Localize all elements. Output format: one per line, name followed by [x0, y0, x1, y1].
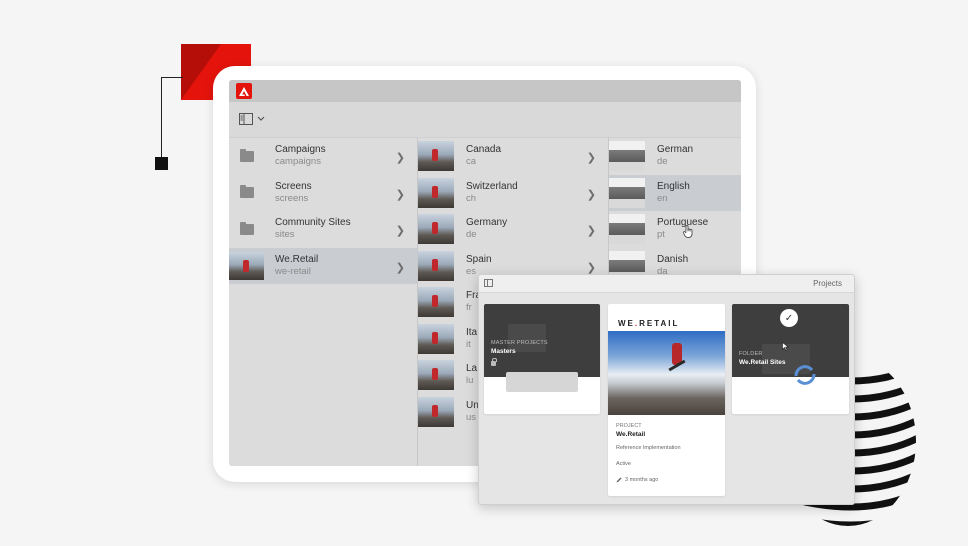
chevron-down-icon [257, 116, 265, 121]
hand-cursor-icon [683, 225, 693, 238]
page-thumbnail [229, 251, 264, 280]
chevron-right-icon: ❯ [586, 188, 596, 201]
we-retail-logo: WE.RETAIL [618, 319, 680, 328]
rail-toggle-icon[interactable] [484, 279, 493, 287]
connector-line-vertical [161, 77, 162, 161]
app-header [229, 80, 741, 102]
check-icon[interactable]: ✓ [780, 309, 798, 327]
pencil-icon [616, 477, 622, 483]
chevron-right-icon: ❯ [395, 225, 405, 237]
column-item-community-sites[interactable]: Community Sites sites ❯ [229, 211, 417, 248]
chevron-right-icon: ❯ [395, 152, 405, 164]
folder-icon [239, 221, 254, 235]
column-item-portuguese[interactable]: Portuguese pt [609, 211, 741, 248]
folder-icon [239, 185, 254, 199]
chevron-right-icon: ❯ [586, 261, 596, 274]
chevron-right-icon: ❯ [586, 152, 596, 164]
project-card-masters[interactable]: MASTER PROJECTS Masters [484, 304, 600, 414]
chevron-right-icon: ❯ [395, 261, 405, 274]
rail-toggle-icon [239, 113, 253, 125]
folder-icon [239, 148, 254, 162]
project-hero-image [608, 331, 725, 415]
projects-header: Projects [479, 275, 854, 293]
column-item-switzerland[interactable]: Switzerland ch ❯ [418, 175, 608, 212]
connector-square [155, 157, 168, 170]
rail-toggle-button[interactable] [239, 113, 265, 125]
page-thumbnail [609, 141, 645, 172]
project-card-we-retail-sites[interactable]: ✓ FOLDER We.Retail Sites [732, 304, 849, 414]
page-thumbnail [418, 360, 454, 391]
page-thumbnail [418, 396, 454, 427]
page-thumbnail [418, 250, 454, 281]
page-thumbnail [418, 177, 454, 208]
projects-window: Projects MASTER PROJECTS Masters WE.RETA… [478, 274, 855, 505]
lock-icon [491, 358, 497, 366]
chevron-right-icon: ❯ [395, 188, 405, 201]
column-item-german[interactable]: German de [609, 138, 741, 175]
column-item-germany[interactable]: Germany de ❯ [418, 211, 608, 248]
pointer-cursor-icon [782, 342, 789, 351]
page-thumbnail [418, 214, 454, 245]
project-card-we-retail[interactable]: WE.RETAIL PROJECT We.Retail Reference Im… [608, 304, 725, 496]
column-item-we-retail[interactable]: We.Retail we-retail ❯ [229, 247, 417, 284]
page-thumbnail [418, 287, 454, 318]
sync-icon [794, 365, 816, 385]
page-thumbnail [609, 177, 645, 208]
toolbar [229, 102, 741, 138]
column-item-screens[interactable]: Screens screens ❯ [229, 175, 417, 212]
chevron-right-icon: ❯ [586, 225, 596, 237]
column-sites: Campaigns campaigns ❯ Screens screens ❯ Co… [229, 138, 418, 466]
connector-line [161, 77, 183, 78]
adobe-logo-icon[interactable] [236, 83, 252, 99]
page-thumbnail [418, 141, 454, 172]
page-thumbnail [418, 323, 454, 354]
column-item-campaigns[interactable]: Campaigns campaigns ❯ [229, 138, 417, 175]
column-item-english[interactable]: English en [609, 174, 741, 211]
projects-title: Projects [813, 279, 842, 288]
column-item-canada[interactable]: Canada ca ❯ [418, 138, 608, 175]
page-thumbnail [609, 214, 645, 245]
